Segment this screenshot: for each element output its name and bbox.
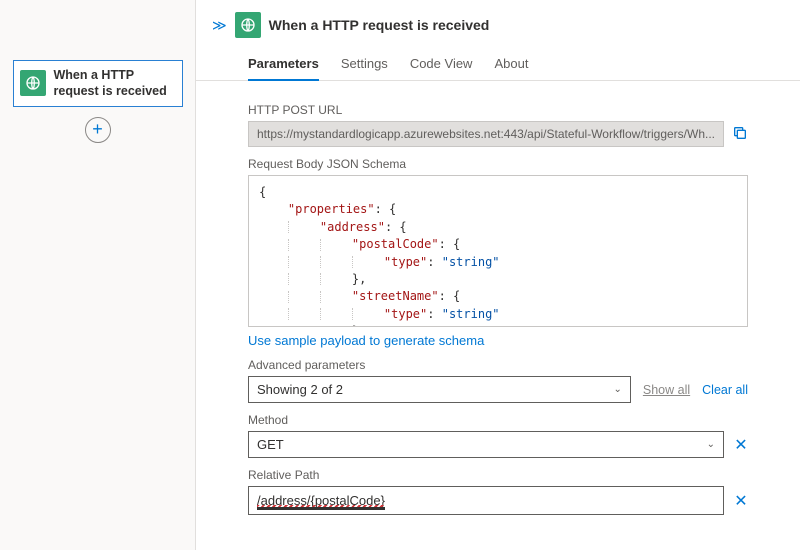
collapse-panel-icon[interactable]: ≫: [212, 17, 227, 34]
tab-about[interactable]: About: [494, 50, 528, 80]
trigger-node[interactable]: When a HTTP request is received: [13, 60, 183, 107]
copy-icon[interactable]: [732, 125, 748, 144]
schema-editor[interactable]: { "properties": { "address": { "postalCo…: [248, 175, 748, 327]
chevron-down-icon: ⌄: [707, 439, 715, 450]
relative-path-input[interactable]: /address/{postalCode}: [248, 486, 724, 515]
trigger-node-label: When a HTTP request is received: [54, 67, 176, 100]
method-label: Method: [248, 413, 748, 427]
panel-title: When a HTTP request is received: [269, 17, 490, 33]
adv-params-select[interactable]: Showing 2 of 2 ⌄: [248, 376, 631, 403]
http-post-url: https://mystandardlogicapp.azurewebsites…: [248, 121, 724, 147]
http-request-icon: [20, 70, 46, 96]
relative-path-label: Relative Path: [248, 468, 748, 482]
trigger-config-panel: ≫ When a HTTP request is received Parame…: [195, 0, 800, 550]
adv-params-value: Showing 2 of 2: [257, 382, 343, 397]
method-select[interactable]: GET ⌄: [248, 431, 724, 458]
chevron-down-icon: ⌄: [614, 384, 622, 395]
tab-bar: Parameters Settings Code View About: [196, 46, 800, 81]
schema-label: Request Body JSON Schema: [248, 157, 748, 171]
url-label: HTTP POST URL: [248, 103, 748, 117]
remove-method-button[interactable]: ✕: [734, 435, 748, 455]
use-sample-payload-link[interactable]: Use sample payload to generate schema: [248, 333, 484, 348]
remove-path-button[interactable]: ✕: [734, 491, 748, 511]
tab-parameters[interactable]: Parameters: [248, 50, 319, 81]
add-step-button[interactable]: +: [85, 117, 111, 143]
adv-params-label: Advanced parameters: [248, 358, 748, 372]
tab-code-view[interactable]: Code View: [410, 50, 473, 80]
workflow-canvas: When a HTTP request is received +: [0, 0, 195, 550]
clear-all-link[interactable]: Clear all: [702, 383, 748, 397]
show-all-link[interactable]: Show all: [643, 383, 690, 397]
method-value: GET: [257, 437, 284, 452]
tab-settings[interactable]: Settings: [341, 50, 388, 80]
http-request-icon: [235, 12, 261, 38]
